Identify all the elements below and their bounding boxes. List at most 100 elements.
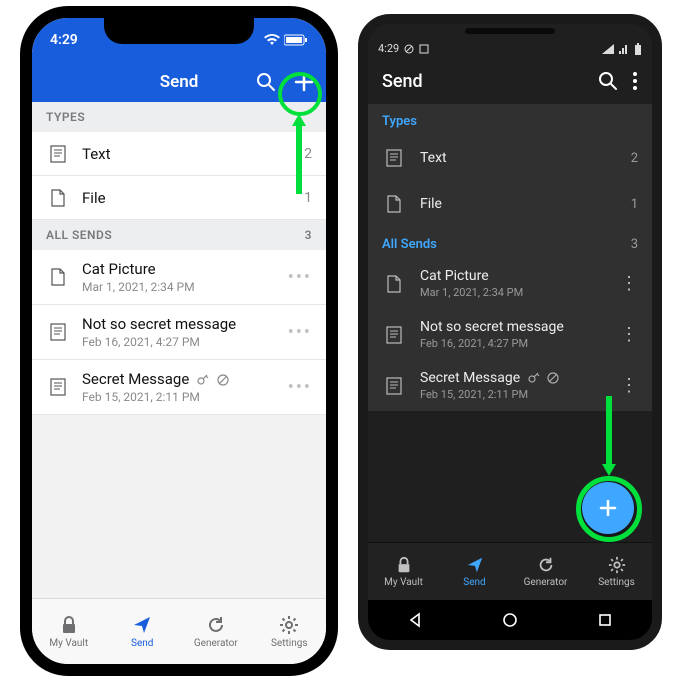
page-title: Send (160, 72, 199, 92)
tab-label: My Vault (384, 577, 423, 588)
tab-label: My Vault (49, 638, 88, 649)
type-row-file[interactable]: File 1 (32, 176, 326, 220)
tab-label: Settings (598, 577, 635, 588)
send-icon (132, 614, 152, 636)
row-count: 2 (304, 146, 312, 162)
row-subtitle: Feb 16, 2021, 4:27 PM (82, 335, 280, 349)
nav-home-icon[interactable] (502, 612, 518, 628)
signal-icon (602, 44, 614, 54)
lock-icon (59, 614, 79, 636)
text-icon (46, 323, 70, 341)
row-label: File (420, 196, 631, 212)
battery-icon (284, 34, 308, 46)
text-icon (382, 149, 406, 167)
tab-label: Send (463, 577, 485, 588)
text-icon (382, 377, 406, 395)
ios-header: Send (32, 62, 326, 102)
row-count: 2 (631, 151, 638, 166)
send-row[interactable]: Cat Picture Mar 1, 2021, 2:34 PM ⋮ (368, 258, 652, 309)
lock-icon (395, 555, 413, 575)
search-icon[interactable] (252, 68, 280, 96)
status-icon (404, 44, 414, 54)
section-label: Types (382, 114, 417, 129)
row-subtitle: Mar 1, 2021, 2:34 PM (82, 280, 280, 294)
clock: 4:29 (378, 42, 399, 55)
key-icon (197, 374, 209, 386)
row-label: Text (82, 145, 304, 163)
tab-settings[interactable]: Settings (581, 543, 652, 600)
cell-icon (619, 44, 629, 54)
refresh-icon (206, 614, 226, 636)
add-button[interactable] (582, 482, 634, 534)
row-title: Not so secret message (420, 319, 610, 335)
clock: 4:29 (50, 32, 78, 48)
tab-label: Send (131, 638, 153, 649)
tab-send[interactable]: Send (106, 599, 180, 664)
overflow-icon[interactable] (632, 71, 638, 91)
more-icon[interactable]: ⋮ (610, 375, 638, 396)
section-label: ALL SENDS (46, 228, 112, 242)
add-button[interactable] (290, 68, 318, 96)
nav-recent-icon[interactable] (597, 612, 613, 628)
send-row[interactable]: Not so secret message Feb 16, 2021, 4:27… (32, 305, 326, 360)
nav-back-icon[interactable] (407, 612, 423, 628)
send-row[interactable]: Cat Picture Mar 1, 2021, 2:34 PM ••• (32, 250, 326, 305)
tab-label: Generator (524, 577, 568, 588)
row-subtitle: Feb 16, 2021, 4:27 PM (420, 337, 610, 350)
section-count: 3 (305, 228, 312, 242)
android-tabbar: My Vault Send Generator Settings (368, 542, 652, 600)
page-title: Send (382, 71, 423, 92)
gear-icon (279, 614, 299, 636)
more-icon[interactable]: ••• (280, 377, 312, 398)
tab-my-vault[interactable]: My Vault (368, 543, 439, 600)
send-row[interactable]: Secret Message Feb 15, 2021, 2:11 PM ••• (32, 360, 326, 415)
type-row-text[interactable]: Text 2 (368, 135, 652, 181)
battery-icon (634, 43, 642, 55)
tab-my-vault[interactable]: My Vault (32, 599, 106, 664)
wifi-icon (264, 34, 280, 46)
tab-generator[interactable]: Generator (510, 543, 581, 600)
tab-settings[interactable]: Settings (253, 599, 327, 664)
disabled-icon (547, 372, 559, 384)
row-count: 1 (304, 190, 312, 206)
file-icon (382, 195, 406, 213)
send-row[interactable]: Secret Message Feb 15, 2021, 2:11 PM ⋮ (368, 360, 652, 411)
send-row[interactable]: Not so secret message Feb 16, 2021, 4:27… (368, 309, 652, 360)
tab-generator[interactable]: Generator (179, 599, 253, 664)
notch (104, 18, 254, 44)
section-header-all: All Sends 3 (368, 227, 652, 258)
type-row-file[interactable]: File 1 (368, 181, 652, 227)
more-icon[interactable]: ⋮ (610, 273, 638, 294)
type-row-text[interactable]: Text 2 (32, 132, 326, 176)
row-title: Cat Picture (82, 260, 280, 278)
tab-label: Settings (271, 638, 308, 649)
more-icon[interactable]: ••• (280, 322, 312, 343)
row-title: Cat Picture (420, 268, 610, 284)
file-icon (382, 275, 406, 293)
row-title: Secret Message (82, 370, 280, 388)
section-count: 3 (631, 237, 638, 252)
file-icon (46, 268, 70, 286)
search-icon[interactable] (598, 71, 618, 91)
text-icon (46, 145, 70, 163)
android-body: Types Text 2 File 1 All Sends 3 Cat Pict… (368, 104, 652, 411)
disabled-icon (217, 374, 229, 386)
tab-send[interactable]: Send (439, 543, 510, 600)
android-header: Send (368, 58, 652, 104)
row-count: 1 (631, 197, 638, 212)
section-label: All Sends (382, 237, 437, 252)
file-icon (46, 189, 70, 207)
gear-icon (608, 555, 626, 575)
text-icon (46, 378, 70, 396)
section-header-types: Types (368, 104, 652, 135)
tab-label: Generator (194, 638, 238, 649)
ios-phone: 4:29 Send TYPES Text 2 File 1 (20, 6, 338, 676)
ios-tabbar: My Vault Send Generator Settings (32, 598, 326, 664)
speaker (465, 28, 555, 34)
section-label: TYPES (46, 110, 85, 124)
more-icon[interactable]: ⋮ (610, 324, 638, 345)
section-header-all: ALL SENDS 3 (32, 220, 326, 250)
row-subtitle: Feb 15, 2021, 2:11 PM (420, 388, 610, 401)
row-subtitle: Feb 15, 2021, 2:11 PM (82, 390, 280, 404)
more-icon[interactable]: ••• (280, 267, 312, 288)
